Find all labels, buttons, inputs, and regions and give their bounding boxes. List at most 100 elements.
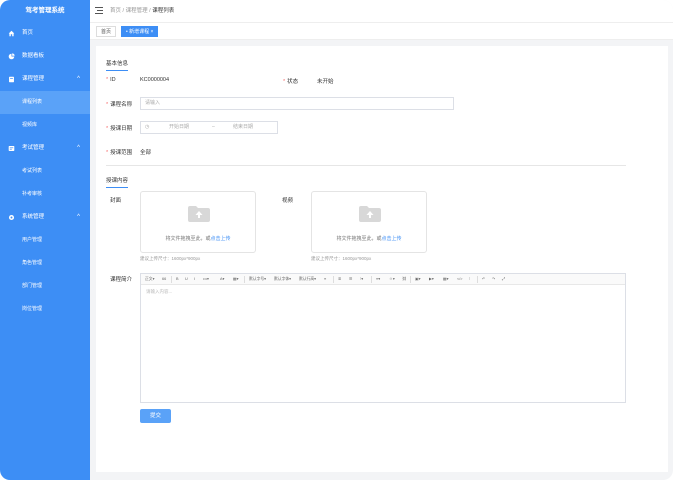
video-size-hint: 建议上传尺寸：1600px*900px bbox=[311, 256, 372, 261]
editor-tool-button[interactable]: 默认字号▾ bbox=[249, 276, 266, 283]
sidebar-item-label: 数据看板 bbox=[22, 53, 45, 59]
editor-tool-button[interactable]: ↶ bbox=[482, 276, 485, 283]
editor-tool-button[interactable]: ▣▾ bbox=[415, 276, 421, 283]
sidebar-item-home[interactable]: 首页 bbox=[0, 22, 90, 45]
sidebar-item-role-management[interactable]: 角色管理 bbox=[0, 252, 90, 275]
folder-upload-icon bbox=[188, 206, 210, 222]
sidebar-item-course-list[interactable]: 课程列表 bbox=[0, 91, 90, 114]
sidebar-item-course-management[interactable]: 课程管理 ^ bbox=[0, 68, 90, 91]
tab-add-course[interactable]: • 新增课程 × bbox=[121, 26, 159, 37]
close-icon[interactable]: × bbox=[151, 29, 154, 35]
editor-tool-button[interactable]: ↷ bbox=[492, 276, 495, 283]
editor-tool-button[interactable]: U bbox=[185, 276, 188, 283]
menu-toggle-icon[interactable] bbox=[95, 7, 103, 14]
breadcrumb-item-course-management[interactable]: 课程管理 bbox=[126, 8, 148, 14]
editor-tool-button[interactable]: ⁝▾ bbox=[360, 276, 363, 283]
editor-tool-button[interactable]: ▦▾ bbox=[233, 276, 239, 283]
book-icon bbox=[9, 76, 14, 83]
editor-toolbar: 正文▾ 66 B U I •••▾ A▾ ▦▾ 默认字号▾ 默认字体▾ 默认行高▾ ≡ ≣ ☰ ⁝▾ ≡▾ ☺▾… bbox=[141, 274, 625, 285]
status-label: * 状态 bbox=[283, 79, 299, 85]
gear-icon bbox=[8, 214, 15, 221]
video-label: 视频 bbox=[282, 198, 294, 204]
chevron-up-icon: ^ bbox=[77, 214, 80, 220]
app-window: 驾考管理系统 首页 数据看板 课程管理 ^ 课程列表 视频库 考试管理 ^ 考试… bbox=[0, 0, 673, 480]
breadcrumb: 首页 / 课程管理 / 课程列表 bbox=[110, 8, 175, 14]
sidebar-item-position-management[interactable]: 岗位管理 bbox=[0, 298, 90, 321]
sidebar-item-department-management[interactable]: 部门管理 bbox=[0, 275, 90, 298]
date-range-picker[interactable]: ◷ 开始日期 – 结束日期 bbox=[140, 121, 278, 134]
sidebar-item-system-management[interactable]: 系统管理 ^ bbox=[0, 206, 90, 229]
editor-tool-button[interactable]: ☺▾ bbox=[389, 276, 395, 283]
status-value: 未开始 bbox=[317, 79, 334, 85]
basic-info-title: 基本信息 bbox=[106, 59, 129, 71]
tab-home[interactable]: 首页 bbox=[96, 26, 117, 37]
cover-label: 封面 bbox=[110, 198, 122, 204]
editor-tool-button[interactable]: </> bbox=[457, 276, 463, 283]
sidebar-item-dashboard[interactable]: 数据看板 bbox=[0, 45, 90, 68]
editor-tool-button[interactable]: ⁝ bbox=[469, 276, 470, 283]
teaching-content-title: 授课内容 bbox=[106, 176, 129, 188]
calendar-icon: ◷ bbox=[145, 124, 150, 130]
sidebar-item-makeup-review[interactable]: 补考审核 bbox=[0, 183, 90, 206]
editor-tool-button[interactable]: 66 bbox=[162, 276, 166, 283]
sidebar-item-exam-list[interactable]: 考试列表 bbox=[0, 160, 90, 183]
section-divider bbox=[106, 165, 626, 166]
upload-text: 将文件拖拽至此，或点击上传 bbox=[165, 236, 231, 242]
app-title: 驾考管理系统 bbox=[25, 7, 65, 14]
sidebar: 驾考管理系统 首页 数据看板 课程管理 ^ 课程列表 视频库 考试管理 ^ 考试… bbox=[0, 0, 90, 480]
editor-tool-button[interactable]: ≡▾ bbox=[376, 276, 380, 283]
sidebar-item-label: 考试管理 bbox=[22, 145, 45, 151]
sidebar-item-video-library[interactable]: 视频库 bbox=[0, 114, 90, 137]
toolbar-separator bbox=[333, 276, 334, 283]
editor-tool-button[interactable]: ≣ bbox=[338, 276, 341, 283]
toolbar-separator bbox=[244, 276, 245, 283]
editor-tool-button[interactable]: 默认字体▾ bbox=[274, 276, 291, 283]
rich-text-editor[interactable]: 正文▾ 66 B U I •••▾ A▾ ▦▾ 默认字号▾ 默认字体▾ 默认行高▾ ≡ ≣ ☰ ⁝▾ ≡▾ ☺▾… bbox=[140, 273, 626, 403]
id-value: KC0000004 bbox=[140, 77, 170, 83]
upload-link[interactable]: 点击上传 bbox=[211, 236, 231, 242]
editor-tool-button[interactable]: •••▾ bbox=[203, 276, 209, 283]
editor-tool-button[interactable]: 正文▾ bbox=[145, 276, 155, 283]
editor-tool-button[interactable]: ▶▾ bbox=[429, 276, 434, 283]
editor-tool-button[interactable]: B bbox=[176, 276, 179, 283]
sidebar-item-user-management[interactable]: 用户管理 bbox=[0, 229, 90, 252]
breadcrumb-item-home[interactable]: 首页 bbox=[110, 8, 121, 14]
pie-chart-icon bbox=[8, 53, 15, 60]
date-start-input[interactable]: 开始日期 bbox=[169, 122, 189, 133]
editor-tool-button[interactable]: ⤢ bbox=[502, 276, 505, 283]
course-name-input[interactable]: 请输入 bbox=[140, 97, 454, 110]
editor-tool-button[interactable]: 默认行高▾ bbox=[299, 276, 316, 283]
sidebar-item-label: 首页 bbox=[22, 30, 34, 36]
upload-text: 将文件拖拽至此，或点击上传 bbox=[336, 236, 402, 242]
course-intro-label: 课程简介 bbox=[110, 277, 133, 283]
editor-tool-button[interactable]: ⛓ bbox=[402, 276, 407, 283]
teaching-date-label: * 授课日期 bbox=[106, 126, 133, 132]
tags-view: 首页 • 新增课程 × bbox=[90, 22, 673, 40]
toolbar-separator bbox=[410, 276, 411, 283]
date-end-input[interactable]: 结束日期 bbox=[233, 122, 253, 133]
editor-tool-button[interactable]: ≡ bbox=[324, 276, 326, 283]
cover-upload[interactable]: 将文件拖拽至此，或点击上传 bbox=[140, 191, 256, 253]
submit-button[interactable]: 提交 bbox=[140, 409, 171, 423]
id-label: * ID bbox=[106, 77, 116, 83]
editor-tool-button[interactable]: ☰ bbox=[349, 276, 352, 283]
toolbar-separator bbox=[371, 276, 372, 283]
editor-tool-button[interactable]: I bbox=[194, 276, 195, 283]
video-upload[interactable]: 将文件拖拽至此，或点击上传 bbox=[311, 191, 427, 253]
tab-label: • 新增课程 bbox=[126, 29, 150, 35]
editor-tool-button[interactable]: A▾ bbox=[220, 276, 224, 283]
exam-icon bbox=[8, 146, 15, 151]
main-content: 基本信息 * ID KC0000004 * 状态 未开始 * 课程名称 请输入 * 授课… bbox=[96, 46, 668, 472]
upload-link[interactable]: 点击上传 bbox=[382, 236, 402, 242]
top-navbar: 首页 / 课程管理 / 课程列表 bbox=[90, 0, 673, 22]
date-separator: – bbox=[212, 124, 215, 130]
cover-size-hint: 建议上传尺寸：1600px*900px bbox=[140, 256, 201, 261]
editor-placeholder: 请输入内容... bbox=[146, 289, 173, 294]
home-icon bbox=[8, 30, 15, 37]
folder-upload-icon bbox=[359, 206, 381, 222]
teaching-scope-value[interactable]: 全部 bbox=[140, 148, 151, 156]
teaching-scope-label: * 授课范围 bbox=[106, 150, 133, 156]
editor-tool-button[interactable]: ▦▾ bbox=[443, 276, 449, 283]
toolbar-separator bbox=[477, 276, 478, 283]
sidebar-item-exam-management[interactable]: 考试管理 ^ bbox=[0, 137, 90, 160]
